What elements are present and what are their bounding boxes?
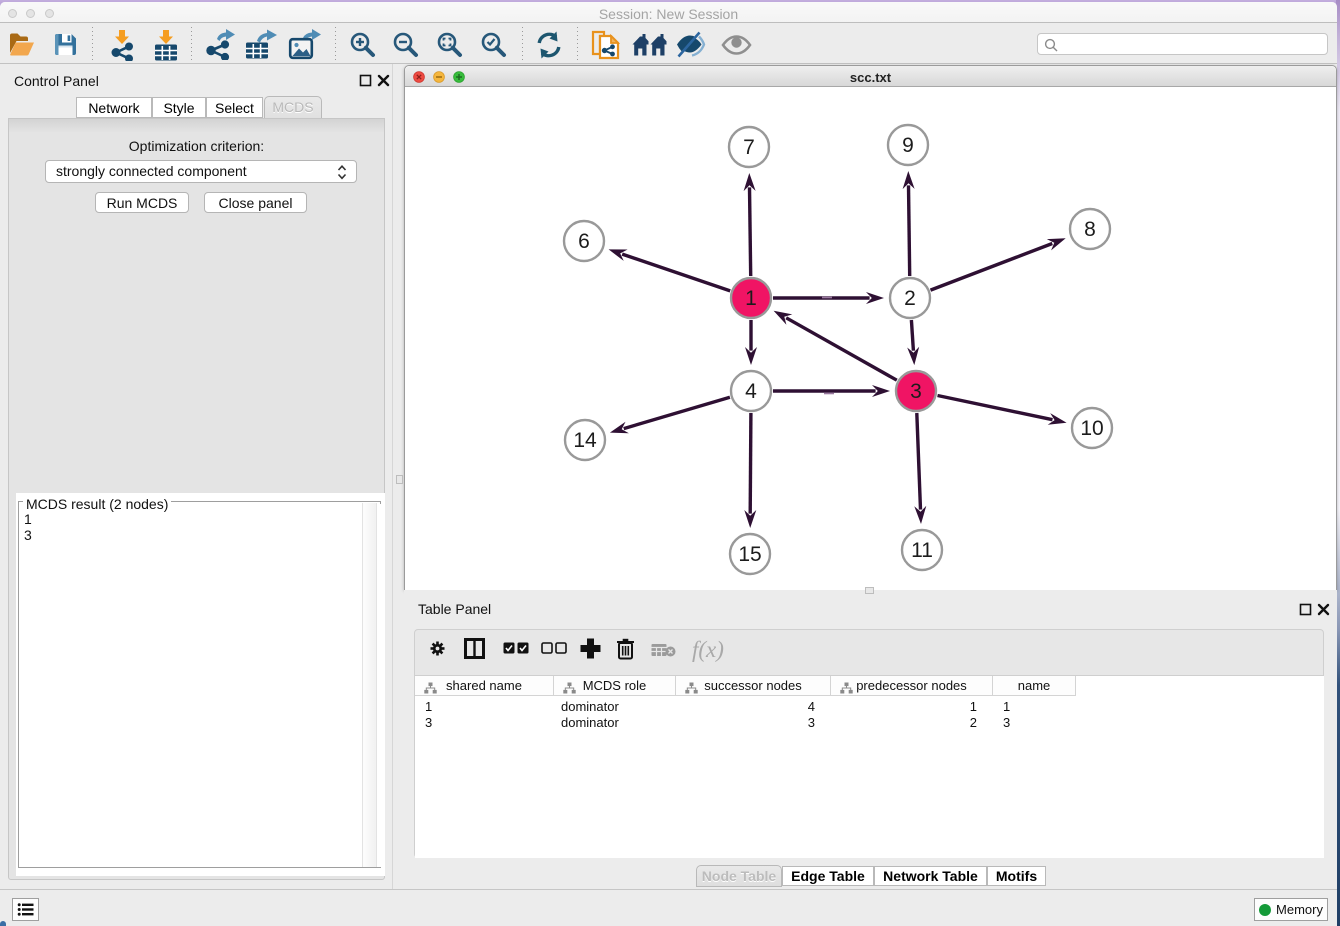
svg-text:6: 6 — [578, 230, 590, 253]
svg-text:9: 9 — [902, 134, 914, 157]
svg-text:3: 3 — [910, 380, 922, 403]
svg-text:4: 4 — [745, 380, 757, 403]
svg-text:15: 15 — [738, 543, 761, 566]
svg-text:2: 2 — [904, 287, 916, 310]
svg-text:8: 8 — [1084, 218, 1096, 241]
svg-text:14: 14 — [573, 429, 597, 452]
svg-text:7: 7 — [743, 136, 755, 159]
svg-text:10: 10 — [1080, 417, 1103, 440]
svg-text:1: 1 — [745, 287, 757, 310]
svg-text:11: 11 — [911, 539, 933, 562]
